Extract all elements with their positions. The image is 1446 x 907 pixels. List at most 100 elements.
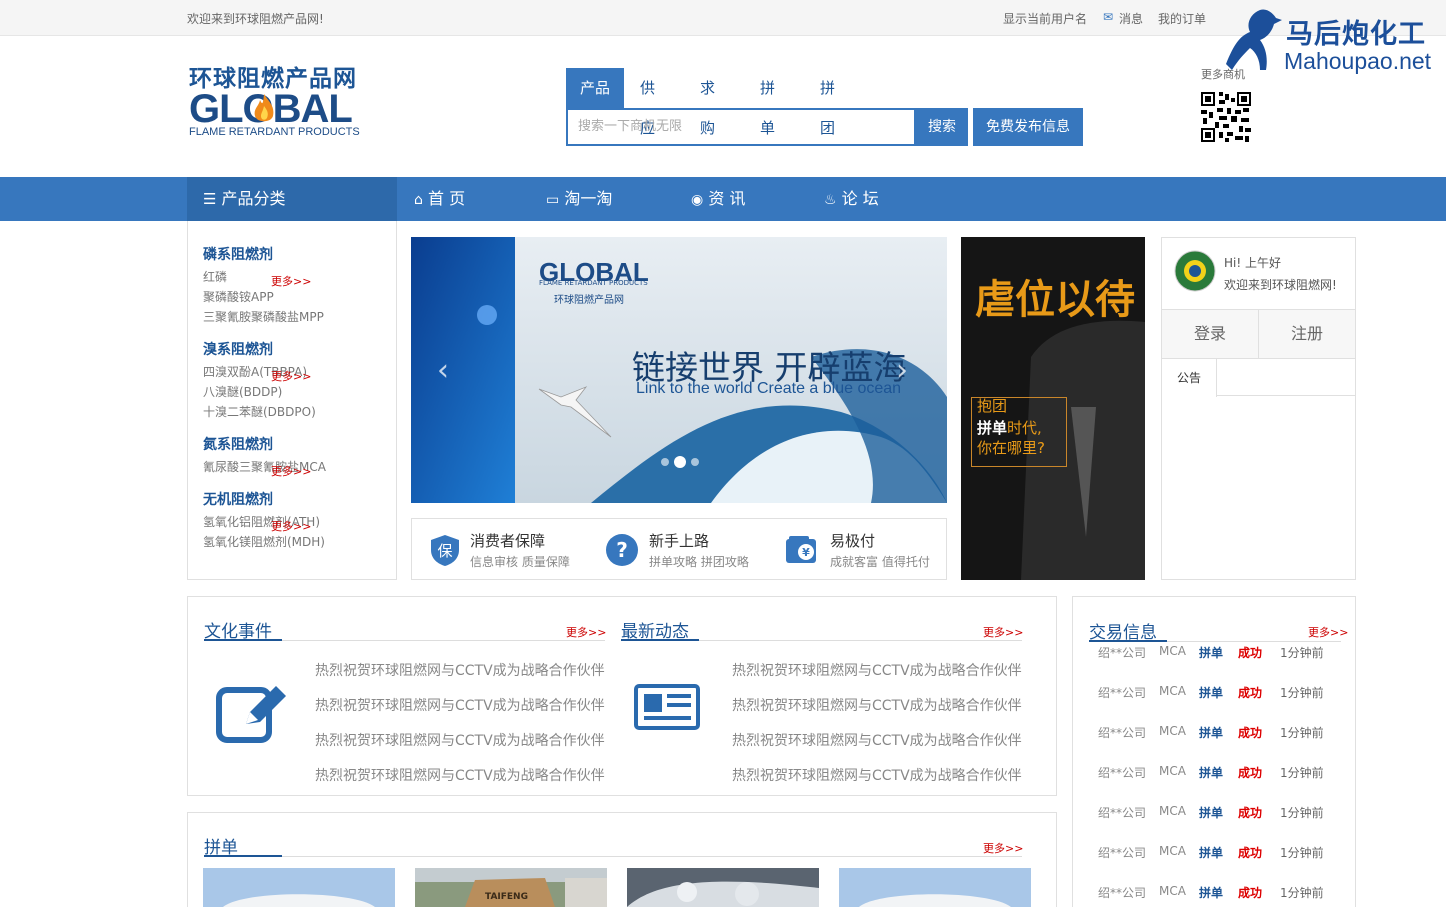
promo-ad[interactable]: 虐位以待 抱团 拼单时代, 你在哪里?	[961, 237, 1145, 580]
carousel-dot[interactable]	[674, 456, 686, 468]
guarantee-title[interactable]: 消费者保障	[470, 530, 545, 551]
product-thumbnail[interactable]	[203, 868, 395, 907]
list-icon: ☰	[203, 190, 217, 208]
thumb-text: TAIFENG	[485, 892, 528, 902]
messages-link[interactable]: 消息	[1119, 10, 1143, 27]
trade-product: MCA	[1159, 724, 1186, 738]
latest-news-item[interactable]: 热烈祝贺环球阻燃网与CCTV成为战略合作伙伴	[732, 730, 1022, 750]
search-input[interactable]: 搜索一下商机无限	[566, 108, 916, 146]
guarantee-title[interactable]: 易极付	[830, 530, 875, 551]
nav-forum[interactable]: ♨ 论 坛	[824, 177, 879, 221]
search-tab-group-order[interactable]: 拼单	[760, 68, 775, 137]
user-panel: Hi! 上午好 欢迎来到环球阻燃网! 登录 注册 公告	[1161, 237, 1356, 580]
register-button[interactable]: 注册	[1259, 309, 1355, 358]
guarantee-sub: 成就客富 值得托付	[830, 555, 930, 569]
globe-icon: ◉	[691, 192, 704, 208]
trade-product: MCA	[1159, 644, 1186, 658]
category-more-link[interactable]: 更多>>	[271, 368, 311, 384]
svg-text:保: 保	[437, 542, 452, 560]
category-more-link[interactable]: 更多>>	[271, 518, 311, 534]
banner-carousel[interactable]: GLOBAL FLAME RETARDANT PRODUCTS 环球阻燃产品网 …	[411, 237, 947, 503]
guarantee-title[interactable]: 新手上路	[649, 530, 709, 551]
product-thumbnail[interactable]: TAIFENG	[415, 868, 607, 907]
trade-time: 1分钟前	[1280, 726, 1324, 740]
trade-rule	[1167, 641, 1341, 642]
trade-row[interactable]: 绍**公司 MCA 拼单 成功 1分钟前	[1073, 724, 1343, 744]
search-tab-group-buy[interactable]: 拼团	[820, 68, 835, 137]
latest-news-item[interactable]: 热烈祝贺环球阻燃网与CCTV成为战略合作伙伴	[732, 695, 1022, 715]
trade-row[interactable]: 绍**公司 MCA 拼单 成功 1分钟前	[1073, 644, 1343, 664]
username-link[interactable]: 显示当前用户名	[1003, 10, 1087, 27]
category-more-link[interactable]: 更多>>	[271, 463, 311, 479]
publish-button[interactable]: 免费发布信息	[973, 108, 1083, 146]
trade-company: 绍**公司	[1098, 806, 1147, 820]
prev-arrow-icon[interactable]: ‹	[437, 353, 449, 388]
search-button[interactable]: 搜索	[916, 108, 968, 146]
banner-brand-cn: 环球阻燃产品网	[554, 295, 624, 306]
category-item[interactable]: 三聚氰胺聚磷酸盐MPP	[203, 308, 324, 325]
trade-status: 成功	[1238, 726, 1263, 740]
trade-row[interactable]: 绍**公司 MCA 拼单 成功 1分钟前	[1073, 684, 1343, 704]
search-tab-product[interactable]: 产品	[566, 68, 624, 108]
category-item[interactable]: 聚磷酸铵APP	[203, 288, 274, 305]
culture-news-item[interactable]: 热烈祝贺环球阻燃网与CCTV成为战略合作伙伴	[315, 695, 605, 715]
category-item[interactable]: 氢氧化镁阻燃剂(MDH)	[203, 533, 325, 550]
trade-status: 成功	[1238, 686, 1263, 700]
ad-line3: 你在哪里?	[977, 439, 1045, 457]
trade-row[interactable]: 绍**公司 MCA 拼单 成功 1分钟前	[1073, 764, 1343, 784]
search-tab-supply[interactable]: 供应	[640, 68, 655, 137]
trade-company: 绍**公司	[1098, 726, 1147, 740]
category-item[interactable]: 八溴醚(BDDP)	[203, 383, 282, 400]
culture-rule	[282, 640, 605, 641]
login-button[interactable]: 登录	[1162, 309, 1259, 358]
category-title[interactable]: 磷系阻燃剂	[203, 244, 273, 264]
category-item[interactable]: 红磷	[203, 268, 227, 285]
ad-line1: 抱团	[977, 397, 1008, 415]
tab-notice[interactable]: 公告	[1162, 358, 1217, 397]
category-title[interactable]: 无机阻燃剂	[203, 489, 273, 509]
trade-company: 绍**公司	[1098, 886, 1147, 900]
trade-time: 1分钟前	[1280, 806, 1324, 820]
group-order-more-link[interactable]: 更多>>	[983, 840, 1023, 856]
trade-row[interactable]: 绍**公司 MCA 拼单 成功 1分钟前	[1073, 884, 1343, 904]
trade-row[interactable]: 绍**公司 MCA 拼单 成功 1分钟前	[1073, 804, 1343, 824]
carousel-dot[interactable]	[661, 458, 669, 466]
carousel-dot[interactable]	[691, 458, 699, 466]
orders-link[interactable]: 我的订单	[1158, 10, 1206, 27]
edit-icon	[216, 686, 286, 743]
nav-home[interactable]: ⌂ 首 页	[414, 177, 465, 221]
product-thumbnail[interactable]	[627, 868, 819, 907]
search-tab-purchase[interactable]: 求购	[700, 68, 715, 137]
category-more-link[interactable]: 更多>>	[271, 273, 311, 289]
latest-news-item[interactable]: 热烈祝贺环球阻燃网与CCTV成为战略合作伙伴	[732, 765, 1022, 785]
nav-category-label: 产品分类	[221, 189, 286, 208]
culture-news-item[interactable]: 热烈祝贺环球阻燃网与CCTV成为战略合作伙伴	[315, 765, 605, 785]
latest-news-item[interactable]: 热烈祝贺环球阻燃网与CCTV成为战略合作伙伴	[732, 660, 1022, 680]
category-title[interactable]: 溴系阻燃剂	[203, 339, 273, 359]
qr-label: 更多商机	[1201, 68, 1245, 81]
trade-time: 1分钟前	[1280, 646, 1324, 660]
category-title[interactable]: 氮系阻燃剂	[203, 434, 273, 454]
nav-category[interactable]: ☰ 产品分类	[187, 177, 397, 221]
product-thumbnail[interactable]	[839, 868, 1031, 907]
logo-sub: FLAME RETARDANT PRODUCTS	[189, 126, 360, 138]
nav-news[interactable]: ◉ 资 讯	[691, 177, 745, 221]
page: 欢迎来到环球阻燃产品网! 显示当前用户名 ✉ 消息 我的订单 马后炮化工 Mah…	[0, 0, 1446, 907]
culture-news-item[interactable]: 热烈祝贺环球阻燃网与CCTV成为战略合作伙伴	[315, 660, 605, 680]
trade-status: 成功	[1238, 886, 1263, 900]
banner-brand-sub: FLAME RETARDANT PRODUCTS	[539, 279, 648, 287]
next-arrow-icon[interactable]: ›	[896, 353, 908, 388]
nav-taoyitao[interactable]: ▭ 淘一淘	[546, 177, 612, 221]
category-item[interactable]: 十溴二苯醚(DBDPO)	[203, 403, 316, 420]
latest-more-link[interactable]: 更多>>	[983, 624, 1023, 640]
trade-more-link[interactable]: 更多>>	[1308, 624, 1348, 640]
category-sidebar: 磷系阻燃剂 红磷 更多>> 聚磷酸铵APP 三聚氰胺聚磷酸盐MPP 溴系阻燃剂 …	[187, 221, 397, 580]
trade-time: 1分钟前	[1280, 846, 1324, 860]
newspaper-icon	[634, 684, 700, 730]
trade-row[interactable]: 绍**公司 MCA 拼单 成功 1分钟前	[1073, 844, 1343, 864]
culture-news-item[interactable]: 热烈祝贺环球阻燃网与CCTV成为战略合作伙伴	[315, 730, 605, 750]
envelope-icon: ✉	[1103, 10, 1114, 24]
trade-product: MCA	[1159, 884, 1186, 898]
culture-more-link[interactable]: 更多>>	[566, 624, 606, 640]
site-logo[interactable]: 环球阻燃产品网 GLOBAL FLAME RETARDANT PRODUCTS	[189, 66, 369, 146]
